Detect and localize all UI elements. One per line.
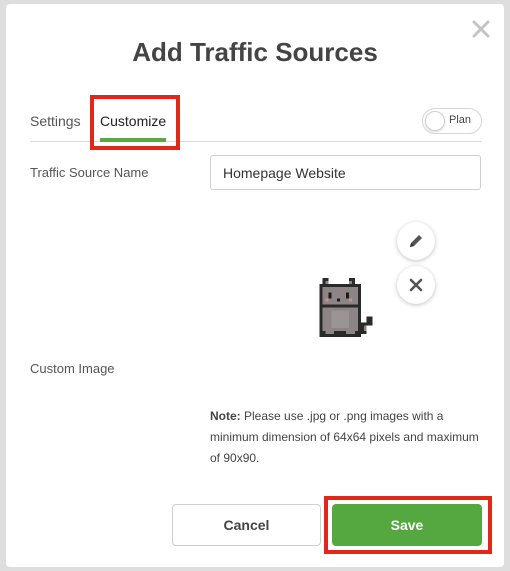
save-button[interactable]: Save — [332, 504, 482, 546]
custom-image-label: Custom Image — [30, 361, 115, 376]
plan-toggle-label: Plan — [449, 114, 472, 126]
tab-customize[interactable]: Customize — [100, 113, 166, 129]
edit-image-button[interactable] — [397, 222, 435, 260]
pencil-icon — [410, 235, 422, 247]
remove-image-button[interactable] — [397, 266, 435, 304]
plan-toggle[interactable]: Plan — [422, 108, 482, 134]
active-tab-indicator — [100, 138, 166, 142]
tab-settings[interactable]: Settings — [30, 113, 81, 129]
custom-image-preview — [319, 277, 373, 338]
modal-title: Add Traffic Sources — [132, 37, 378, 67]
traffic-source-name-label: Traffic Source Name — [30, 165, 149, 180]
tab-bar: Settings Customize Plan — [30, 100, 482, 142]
image-note: Note: Please use .jpg or .png images wit… — [210, 406, 490, 469]
toggle-knob — [425, 111, 445, 131]
close-icon — [409, 278, 423, 292]
note-prefix: Note: — [210, 409, 241, 423]
traffic-source-name-input[interactable] — [210, 155, 481, 190]
close-icon — [472, 20, 490, 38]
note-text: Please use .jpg or .png images with a mi… — [210, 409, 479, 465]
cancel-button[interactable]: Cancel — [172, 504, 321, 546]
add-traffic-source-modal: Add Traffic Sources Settings Customize P… — [6, 4, 504, 567]
